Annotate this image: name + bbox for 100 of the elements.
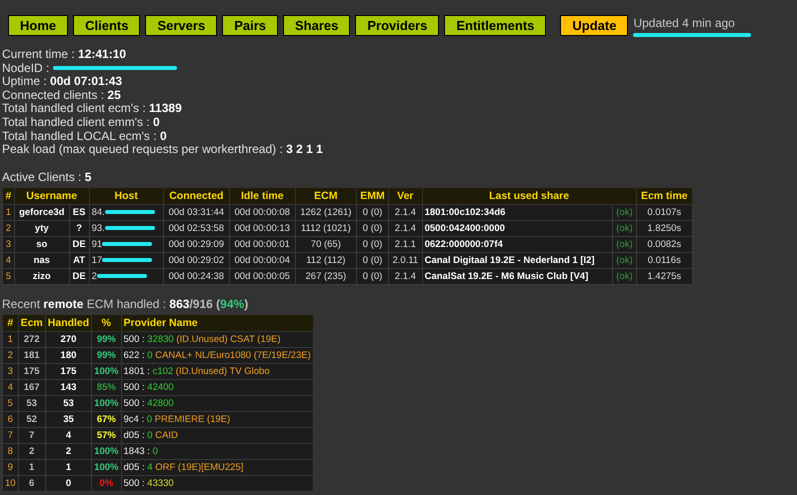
table-cell: 272 bbox=[18, 331, 46, 348]
table-cell: 52 bbox=[18, 411, 46, 428]
table-cell: 2.1.4 bbox=[388, 268, 422, 284]
table-cell: 70 (65) bbox=[295, 236, 356, 252]
provider-name: 1801 : c102 (ID.Unused) TV Globo bbox=[124, 366, 270, 377]
redaction-mark bbox=[102, 258, 152, 262]
table-cell: yty bbox=[14, 220, 70, 236]
column-header: Connected bbox=[163, 187, 230, 204]
table-cell: 0 (0) bbox=[356, 204, 389, 220]
table-cell: 10 bbox=[2, 475, 18, 492]
stat-label: Total handled client emm's : bbox=[2, 114, 151, 129]
table-cell: 1.4275s bbox=[636, 268, 692, 284]
table-cell: 91 bbox=[92, 238, 102, 250]
table-cell: 0 bbox=[45, 475, 92, 492]
table-cell: 2.0.11 bbox=[388, 252, 422, 268]
column-header: Ecm bbox=[18, 314, 46, 332]
table-cell: 180 bbox=[45, 347, 92, 364]
column-header: Last used share bbox=[422, 187, 636, 204]
stat-value: 3 2 1 1 bbox=[286, 142, 323, 156]
stat-label: NodeID : bbox=[2, 60, 50, 75]
table-cell: 4 bbox=[2, 252, 14, 268]
table-cell: 84. bbox=[92, 206, 105, 218]
provider-name: d05 : 4 ORF (19E)[EMU225] bbox=[124, 462, 244, 473]
table-cell: (ok) bbox=[612, 252, 636, 268]
stat-label: Total handled LOCAL ecm's : bbox=[2, 128, 158, 143]
table-cell: 6 bbox=[2, 411, 18, 428]
table-cell: ES bbox=[69, 204, 90, 220]
stat-value: 0 bbox=[160, 128, 167, 143]
table-cell: 2.1.4 bbox=[388, 204, 422, 220]
nav-button[interactable]: Clients bbox=[73, 15, 140, 36]
table-cell: 175 bbox=[18, 363, 46, 380]
table-cell: 57% bbox=[92, 427, 121, 444]
separator-text: / bbox=[189, 296, 193, 311]
nav-button[interactable]: Home bbox=[8, 15, 68, 36]
provider-name: 622 : 0 CANAL+ NL/Euro1080 (7E/19E/23E) bbox=[124, 350, 311, 361]
table-cell: (ok) bbox=[612, 220, 636, 236]
stat-value: 25 bbox=[107, 88, 121, 102]
table-cell: 0.0107s bbox=[636, 204, 692, 220]
table-cell: 270 bbox=[45, 331, 92, 348]
column-header: Ver bbox=[388, 187, 422, 204]
table-cell: 00d 00:29:02 bbox=[163, 252, 230, 268]
redaction-mark bbox=[102, 242, 152, 246]
table-cell: 2 bbox=[2, 347, 18, 364]
stat-label: Uptime : bbox=[2, 74, 48, 88]
stat-value: 00d 07:01:43 bbox=[50, 74, 122, 88]
table-cell: 0 (0) bbox=[356, 252, 389, 268]
nav-button[interactable]: Shares bbox=[283, 15, 350, 36]
nav-button[interactable]: Servers bbox=[145, 15, 218, 36]
table-cell: 1262 (1261) bbox=[295, 204, 356, 220]
table-cell: ? bbox=[69, 220, 90, 236]
nav-button[interactable]: Update bbox=[560, 15, 628, 36]
stat-value: 12:41:10 bbox=[78, 47, 126, 61]
table-cell: 1801:00c102:34d6 bbox=[422, 204, 613, 220]
table-cell: 00d 00:24:38 bbox=[163, 268, 230, 284]
table-cell: (ok) bbox=[612, 204, 636, 220]
table-cell: 2 bbox=[2, 220, 14, 236]
table-cell: DE bbox=[69, 268, 90, 284]
column-header: Handled bbox=[45, 314, 92, 332]
table-cell: 53 bbox=[45, 395, 92, 412]
provider-name: d05 : 0 CAID bbox=[124, 430, 178, 441]
table-cell: 99% bbox=[92, 331, 121, 348]
table-cell: 100% bbox=[92, 395, 121, 412]
provider-name: 1843 : 0 bbox=[124, 446, 158, 457]
table-cell: (ok) bbox=[612, 268, 636, 284]
table-cell: Canal Digitaal 19.2E - Nederland 1 [I2] bbox=[422, 252, 613, 268]
table-cell: geforce3d bbox=[14, 204, 70, 220]
table-cell: 3 bbox=[2, 363, 18, 380]
nav-button[interactable]: Entitlements bbox=[444, 15, 546, 36]
table-cell: 99% bbox=[92, 347, 121, 364]
paren-text: ) bbox=[244, 296, 248, 311]
table-cell: 2.1.1 bbox=[388, 236, 422, 252]
column-header: Idle time bbox=[229, 187, 296, 204]
table-cell: 7 bbox=[2, 427, 18, 444]
column-header: EMM bbox=[356, 187, 389, 204]
client-count: 5 bbox=[84, 170, 92, 184]
table-cell: so bbox=[14, 236, 70, 252]
nav-button[interactable]: Pairs bbox=[222, 15, 278, 36]
table-cell: 1 bbox=[45, 459, 92, 476]
table-cell: 67% bbox=[92, 411, 121, 428]
table-cell: 17 bbox=[92, 254, 102, 266]
table-cell: (ok) bbox=[612, 236, 636, 252]
table-cell: 6 bbox=[18, 475, 46, 492]
table-cell: 167 bbox=[18, 379, 46, 396]
table-cell: 2.1.4 bbox=[388, 220, 422, 236]
table-cell: 00d 00:00:01 bbox=[229, 236, 296, 252]
table-cell: 143 bbox=[45, 379, 92, 396]
table-cell: 00d 00:00:04 bbox=[229, 252, 296, 268]
table-cell: 2 bbox=[18, 443, 46, 460]
stat-value: 11389 bbox=[149, 101, 182, 116]
table-cell: 0 (0) bbox=[356, 236, 389, 252]
table-cell: 1 bbox=[2, 204, 14, 220]
table-cell: 1 bbox=[18, 459, 46, 476]
provider-name: 500 : 32830 (ID.Unused) CSAT (19E) bbox=[124, 334, 281, 345]
table-cell: 5 bbox=[2, 268, 14, 284]
provider-name: 500 : 42400 bbox=[124, 382, 174, 393]
stat-value: 0 bbox=[153, 114, 160, 129]
nav-button[interactable]: Providers bbox=[355, 15, 440, 36]
table-cell: 8 bbox=[2, 443, 18, 460]
table-cell: 0.0082s bbox=[636, 236, 692, 252]
table-cell: 00d 00:29:09 bbox=[163, 236, 230, 252]
